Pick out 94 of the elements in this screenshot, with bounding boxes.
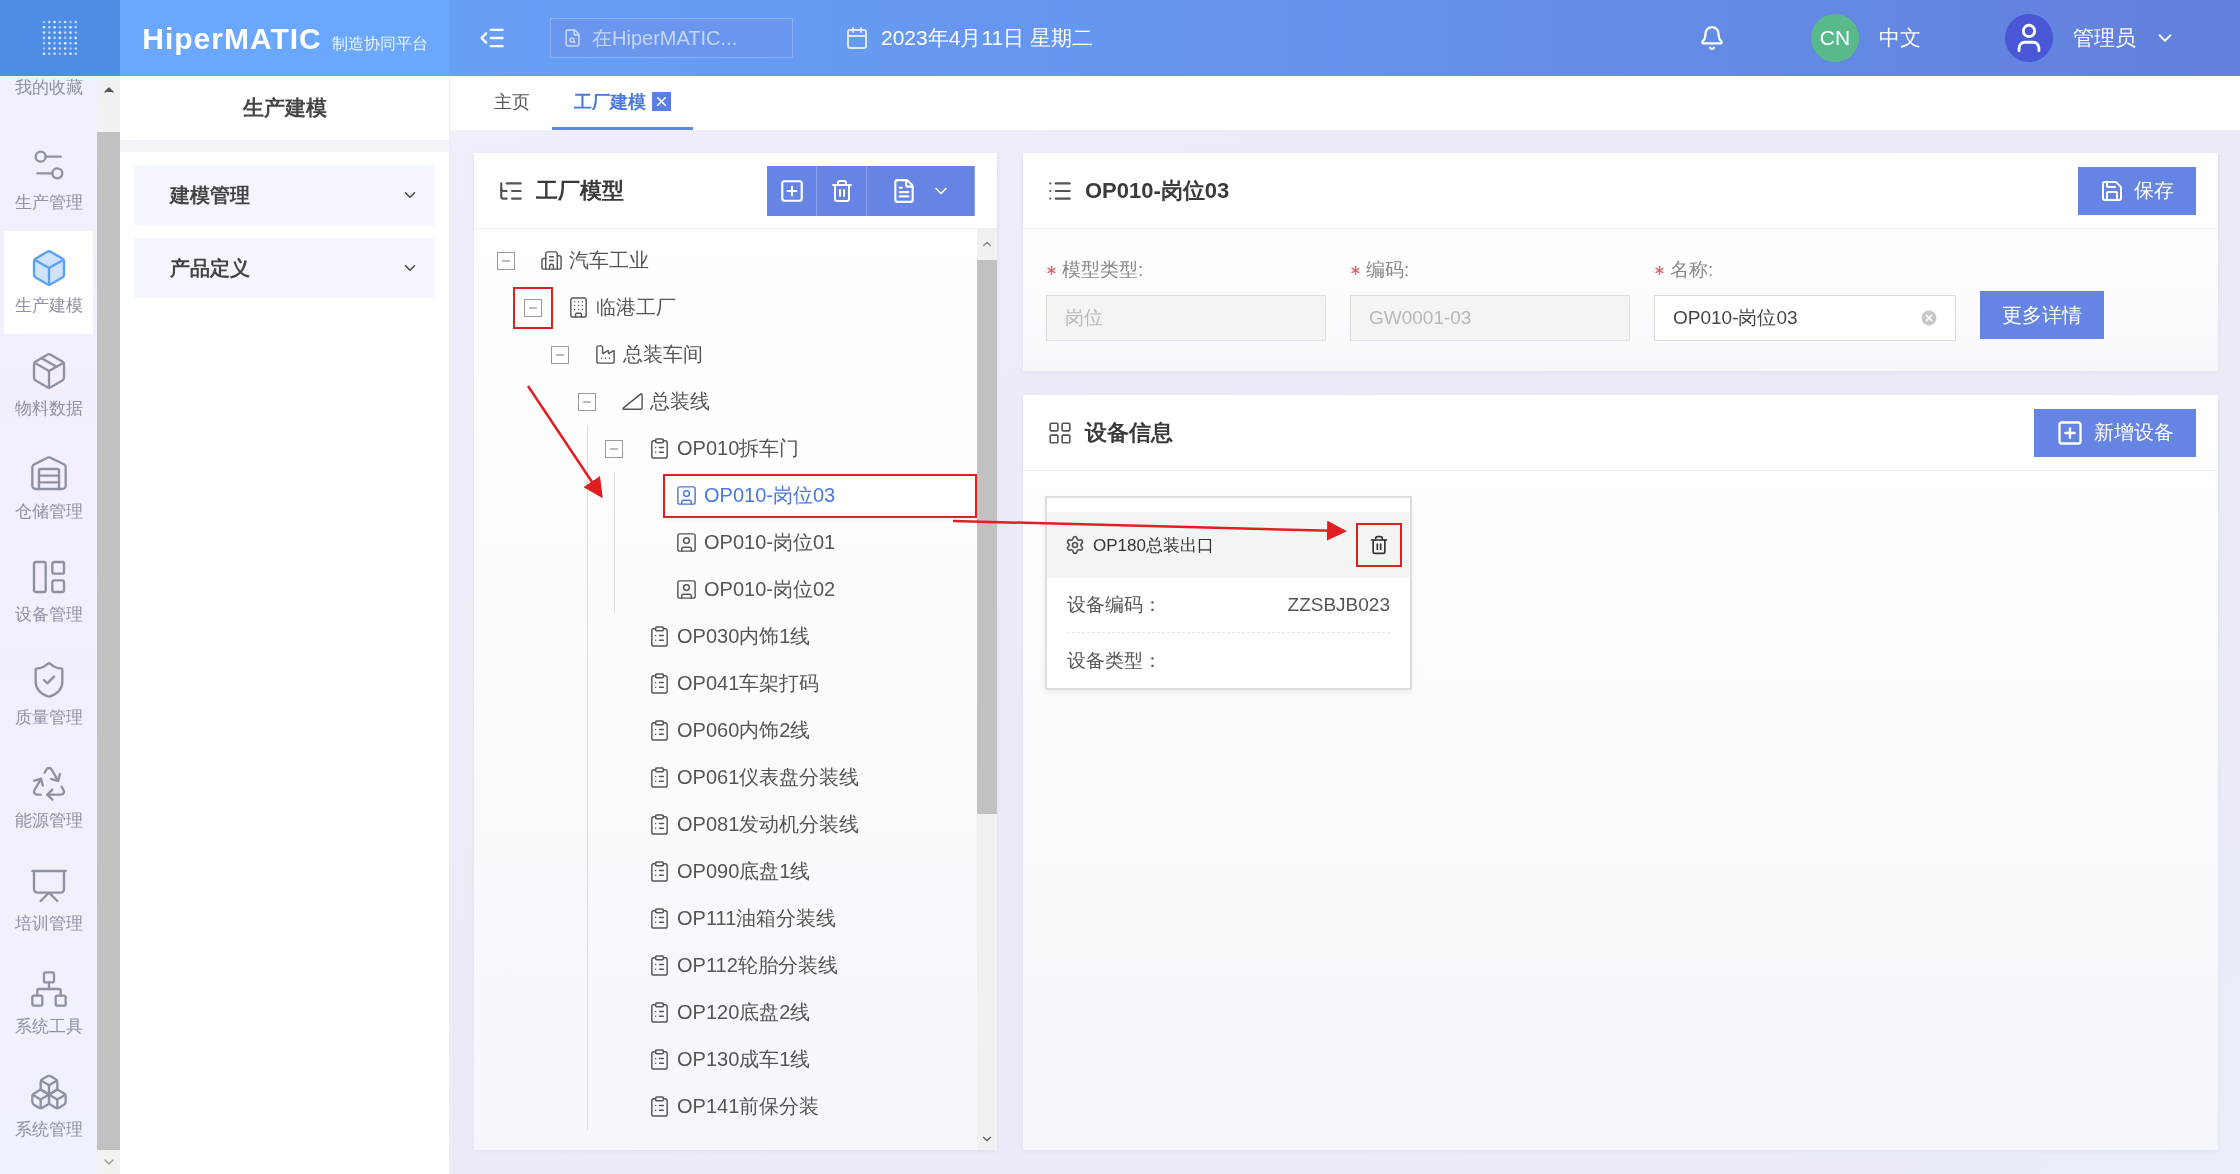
- search-icon: [563, 27, 582, 49]
- minus-icon: [551, 345, 569, 364]
- notification-bell-icon[interactable]: [1699, 25, 1725, 51]
- minus-icon: [605, 439, 623, 458]
- process-icon: [648, 907, 671, 930]
- panel-title: 工厂模型: [536, 176, 625, 205]
- tree-node[interactable]: OP030内饰1线: [636, 614, 977, 659]
- tree-node[interactable]: 总装线: [609, 379, 977, 424]
- user-name[interactable]: 管理员: [2073, 24, 2136, 52]
- collapse-toggle[interactable]: [513, 286, 553, 329]
- tree-node[interactable]: OP120底盘2线: [636, 990, 977, 1035]
- trash-icon: [829, 178, 854, 203]
- tree-node[interactable]: OP010-岗位01: [663, 520, 977, 565]
- grid-icon: [1047, 419, 1073, 446]
- tab[interactable]: 主页: [472, 76, 552, 130]
- nav-icon: [28, 969, 69, 1009]
- gear-icon: [1065, 535, 1085, 555]
- add-button[interactable]: [767, 165, 817, 216]
- close-icon[interactable]: [652, 92, 671, 111]
- process-icon: [648, 719, 671, 742]
- brand-subtitle: 制造协同平台: [331, 34, 428, 54]
- add-device-button[interactable]: 新增设备: [2034, 408, 2196, 457]
- more-details-button[interactable]: 更多详情: [1980, 291, 2104, 339]
- workshop-icon: [594, 343, 617, 366]
- tab[interactable]: 工厂建模: [552, 76, 693, 130]
- tree-node[interactable]: OP010拆车门: [636, 426, 977, 471]
- tree-node[interactable]: OP141前保分装: [636, 1084, 977, 1129]
- tree-node[interactable]: OP061仪表盘分装线: [636, 755, 977, 800]
- calendar-icon: [845, 26, 869, 50]
- text-input[interactable]: OP010-岗位03: [1671, 306, 1919, 330]
- process-icon: [648, 1095, 671, 1118]
- tree-node[interactable]: OP111油箱分装线: [636, 896, 977, 941]
- tree-node[interactable]: OP041车架打码: [636, 661, 977, 706]
- station-icon: [675, 531, 698, 554]
- tree-node[interactable]: OP010-岗位02: [663, 567, 977, 612]
- nav-icon: [28, 1072, 69, 1112]
- process-icon: [648, 954, 671, 977]
- trash-icon: [1369, 535, 1389, 555]
- process-icon: [648, 672, 671, 695]
- add-icon: [778, 177, 805, 204]
- station-icon: [675, 484, 698, 507]
- enterprise-icon: [540, 249, 563, 272]
- save-icon: [2100, 178, 2124, 203]
- minus-icon: [578, 392, 596, 411]
- panel-title: OP010-岗位03: [1085, 176, 1231, 205]
- tree-node[interactable]: OP081发动机分装线: [636, 802, 977, 847]
- save-button[interactable]: 保存: [2078, 166, 2196, 215]
- field-label: 设备类型：: [1067, 648, 1162, 673]
- required-icon: [1046, 264, 1057, 276]
- field-label: 名称:: [1670, 258, 1714, 282]
- submenu-label: 产品定义: [170, 255, 250, 281]
- device-name: OP180总装出口: [1093, 534, 1215, 557]
- scrollbar[interactable]: [97, 76, 120, 1174]
- tree-node[interactable]: OP060内饰2线: [636, 708, 977, 753]
- minus-icon: [497, 251, 515, 270]
- field-label: 设备编码：: [1067, 593, 1162, 617]
- field-label: 模型类型:: [1062, 258, 1144, 282]
- submenu-label: 建模管理: [170, 182, 250, 208]
- tree-node[interactable]: OP130成车1线: [636, 1037, 977, 1082]
- minus-icon: [524, 298, 542, 317]
- clear-icon[interactable]: [1919, 308, 1939, 328]
- process-icon: [648, 625, 671, 648]
- factory-icon: [567, 296, 590, 319]
- add-icon: [2056, 418, 2084, 447]
- user-avatar-icon[interactable]: [2005, 14, 2053, 62]
- field-value: ZZSBJB023: [1287, 594, 1390, 616]
- tree-node[interactable]: 汽车工业: [528, 238, 977, 283]
- process-icon: [648, 437, 671, 460]
- view-dropdown-button[interactable]: [867, 165, 975, 216]
- process-icon: [648, 1001, 671, 1024]
- scrollbar[interactable]: [977, 229, 997, 1150]
- brand-name: HiperMATIC: [142, 22, 322, 56]
- text-field[interactable]: OP010-岗位03: [1654, 295, 1956, 341]
- search-box[interactable]: 在HiperMATIC...: [550, 18, 793, 58]
- tree-node[interactable]: OP090底盘1线: [636, 849, 977, 894]
- submenu-item[interactable]: 产品定义: [134, 238, 435, 298]
- submenu-item[interactable]: 建模管理: [134, 165, 435, 225]
- delete-button[interactable]: [1356, 523, 1402, 567]
- tree-node[interactable]: OP010-岗位03: [663, 473, 977, 518]
- field-label: 编码:: [1366, 258, 1410, 282]
- dot-grid-logo: [40, 18, 80, 58]
- process-icon: [648, 1048, 671, 1071]
- required-icon: [1654, 264, 1665, 276]
- date-text: 2023年4月11日 星期二: [881, 25, 1094, 51]
- tree-node[interactable]: 总装车间: [582, 332, 977, 377]
- process-icon: [648, 766, 671, 789]
- process-icon: [648, 813, 671, 836]
- station-icon: [675, 578, 698, 601]
- process-icon: [648, 860, 671, 883]
- panel-title: 设备信息: [1085, 418, 1174, 447]
- search-field[interactable]: 在HiperMATIC...: [590, 25, 780, 51]
- required-icon: [1350, 264, 1361, 276]
- tree-node[interactable]: OP112轮胎分装线: [636, 943, 977, 988]
- tree-node[interactable]: 临港工厂: [555, 285, 977, 330]
